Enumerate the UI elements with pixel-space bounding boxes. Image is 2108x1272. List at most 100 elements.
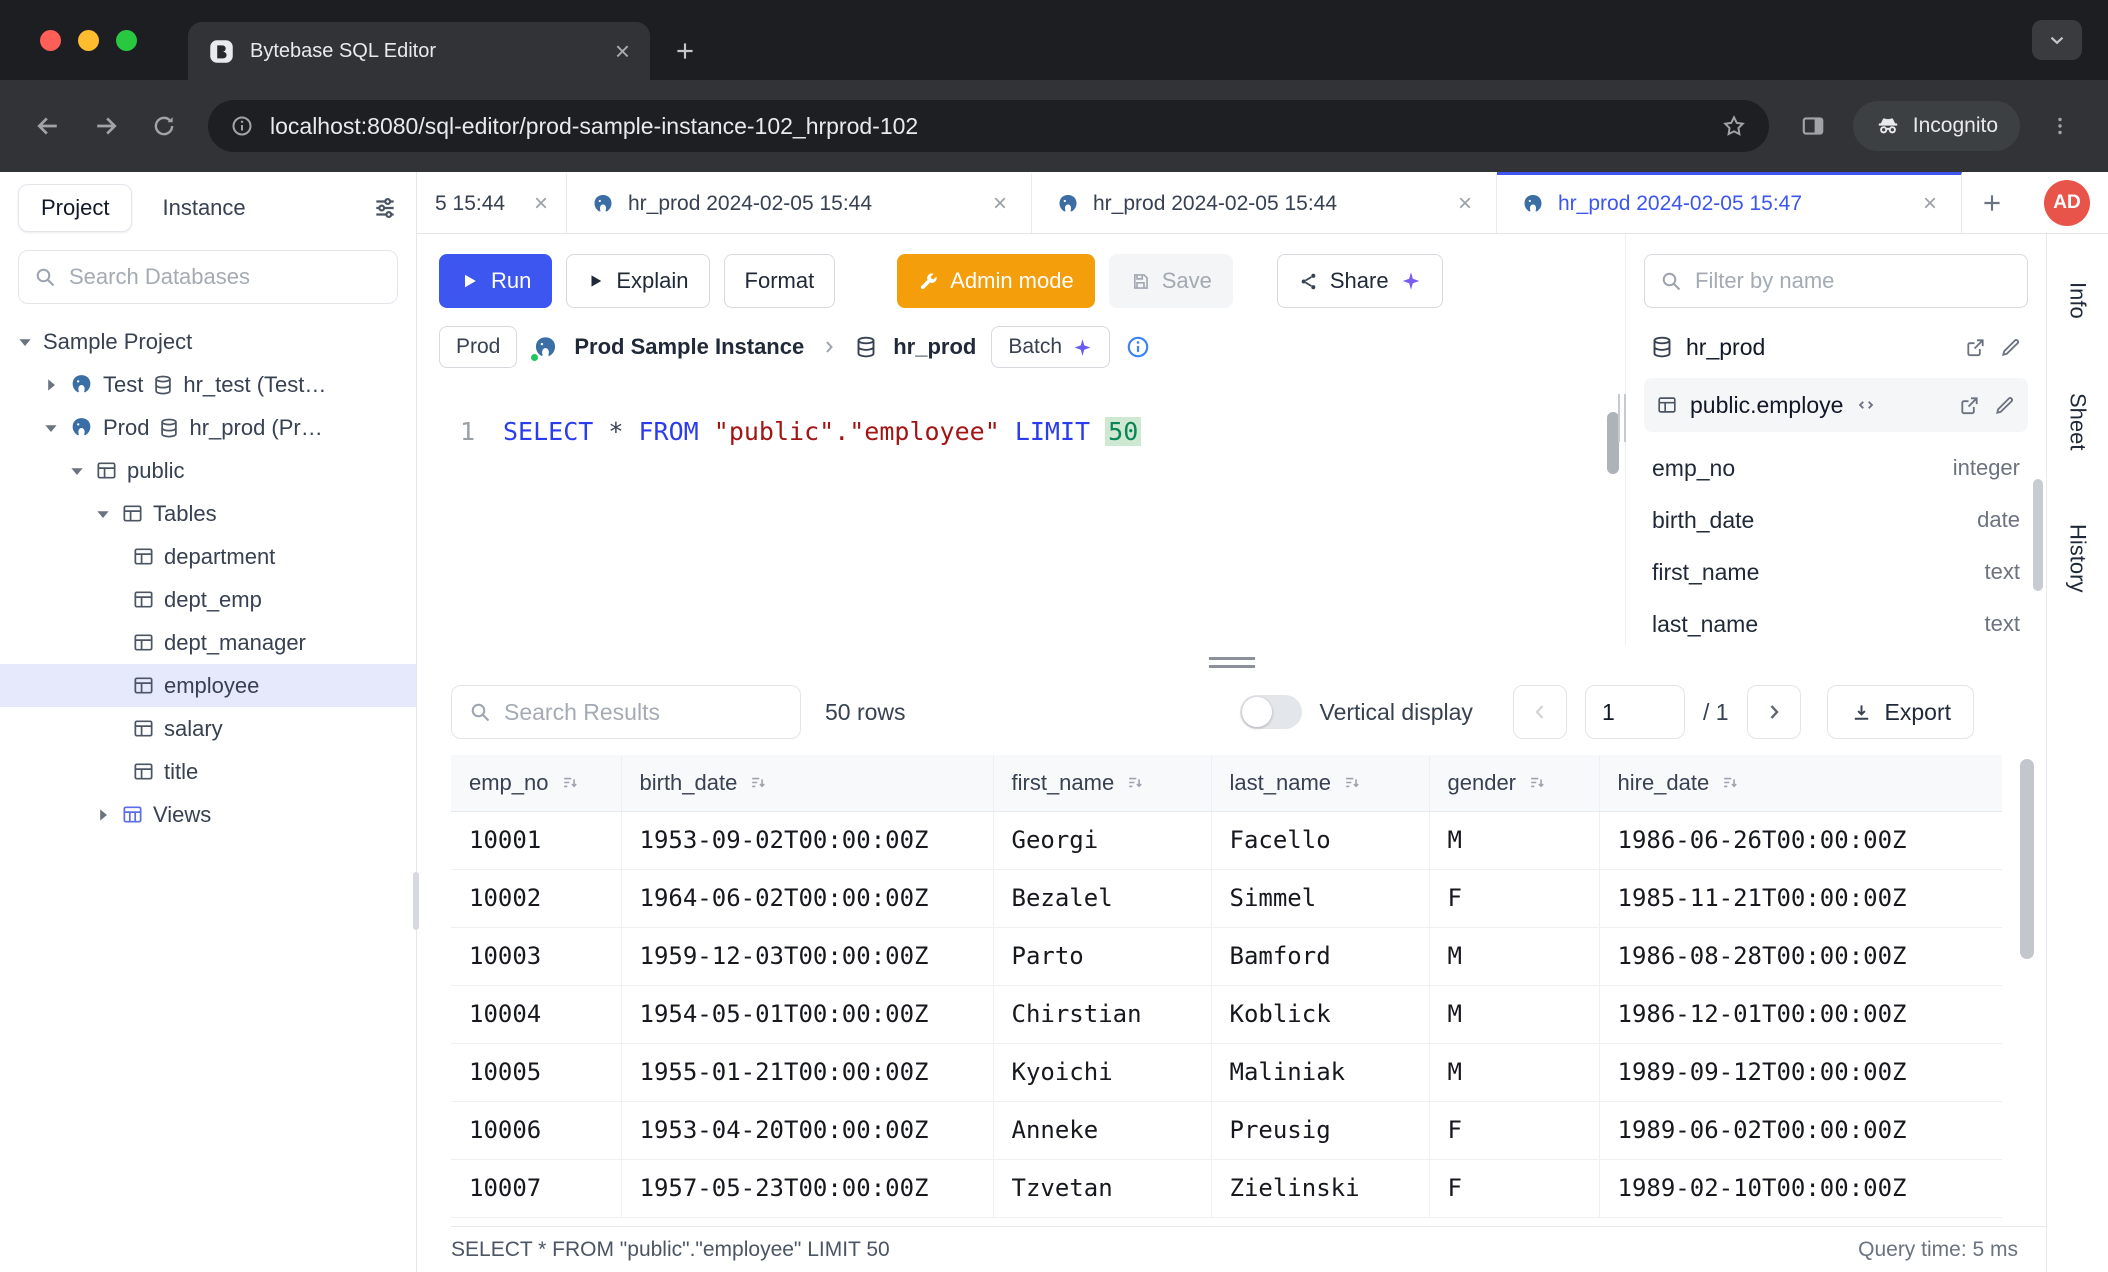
table-cell[interactable]: Koblick [1211,985,1429,1043]
table-row[interactable]: 100041954-05-01T00:00:00ZChirstianKoblic… [451,985,2002,1043]
sort-icon[interactable] [1528,773,1547,792]
window-minimize-button[interactable] [78,30,99,51]
tab-instance[interactable]: Instance [162,195,245,221]
caret-down-icon[interactable] [16,333,34,351]
caret-down-icon[interactable] [94,505,112,523]
table-cell[interactable]: Tzvetan [993,1159,1211,1217]
schema-filter[interactable] [1644,254,2028,308]
table-cell[interactable]: 10006 [451,1101,621,1159]
sort-icon[interactable] [561,773,580,792]
edit-icon[interactable] [1999,336,2022,359]
editor-tab-2[interactable]: hr_prod 2024-02-05 15:44 × [567,172,1032,233]
table-cell[interactable]: 1986-06-26T00:00:00Z [1599,811,2002,869]
table-cell[interactable]: Preusig [1211,1101,1429,1159]
editor-tab-1[interactable]: 5 15:44 × [417,172,567,233]
table-cell[interactable]: 10007 [451,1159,621,1217]
table-cell[interactable]: 1986-08-28T00:00:00Z [1599,927,2002,985]
close-icon[interactable]: × [1458,190,1472,218]
prev-page-button[interactable] [1513,685,1567,739]
editor-tab-4-active[interactable]: hr_prod 2024-02-05 15:47 × [1497,172,1962,233]
column-header-last_name[interactable]: last_name [1211,755,1429,811]
code-icon[interactable] [1855,394,1877,416]
table-cell[interactable]: 10004 [451,985,621,1043]
bookmark-star-icon[interactable] [1721,113,1747,139]
table-cell[interactable]: Maliniak [1211,1043,1429,1101]
save-button[interactable]: Save [1109,254,1233,308]
sort-icon[interactable] [1721,773,1740,792]
browser-menu-button[interactable] [2034,100,2086,152]
tab-info[interactable]: Info [2065,282,2091,319]
table-cell[interactable]: F [1429,1101,1599,1159]
close-icon[interactable]: × [1923,190,1937,218]
tree-item-test-instance[interactable]: Test hr_test (Test… [0,363,416,406]
table-row[interactable]: 100071957-05-23T00:00:00ZTzvetanZielinsk… [451,1159,2002,1217]
explain-button[interactable]: Explain [566,254,709,308]
caret-right-icon[interactable] [42,376,60,394]
back-button[interactable] [22,100,74,152]
table-cell[interactable]: 1989-02-10T00:00:00Z [1599,1159,2002,1217]
column-row[interactable]: birth_date date [1652,494,2020,546]
tree-item-table-employee[interactable]: employee [0,664,416,707]
table-cell[interactable]: 1957-05-23T00:00:00Z [621,1159,993,1217]
tab-search-button[interactable] [2032,20,2082,60]
tree-item-schema-public[interactable]: public [0,449,416,492]
table-row[interactable]: 100051955-01-21T00:00:00ZKyoichiMaliniak… [451,1043,2002,1101]
browser-tab[interactable]: Bytebase SQL Editor × [188,22,650,80]
table-cell[interactable]: Bezalel [993,869,1211,927]
table-cell[interactable]: 1953-09-02T00:00:00Z [621,811,993,869]
panel-resize-handle[interactable] [1618,394,1626,442]
instance-name[interactable]: Prod Sample Instance [574,334,804,360]
page-number-input[interactable] [1585,685,1685,739]
table-cell[interactable]: M [1429,1043,1599,1101]
close-icon[interactable]: × [534,190,548,218]
avatar[interactable]: AD [2044,180,2090,226]
table-cell[interactable]: 10001 [451,811,621,869]
tree-item-views-group[interactable]: Views [0,793,416,836]
sort-icon[interactable] [749,773,768,792]
table-cell[interactable]: 1955-01-21T00:00:00Z [621,1043,993,1101]
table-row[interactable]: 100021964-06-02T00:00:00ZBezalelSimmelF1… [451,869,2002,927]
external-link-icon[interactable] [1958,394,1981,417]
tree-item-tables-group[interactable]: Tables [0,492,416,535]
window-maximize-button[interactable] [116,30,137,51]
sort-icon[interactable] [1126,773,1145,792]
export-button[interactable]: Export [1827,685,1974,739]
add-editor-tab-button[interactable] [1962,172,2022,233]
url-bar[interactable]: localhost:8080/sql-editor/prod-sample-in… [208,100,1769,152]
window-close-button[interactable] [40,30,61,51]
table-cell[interactable]: Zielinski [1211,1159,1429,1217]
table-cell[interactable]: 1986-12-01T00:00:00Z [1599,985,2002,1043]
table-cell[interactable]: M [1429,985,1599,1043]
schema-database-row[interactable]: hr_prod [1644,324,2028,370]
column-header-birth_date[interactable]: birth_date [621,755,993,811]
reload-button[interactable] [138,100,190,152]
environment-chip[interactable]: Prod [439,326,517,368]
column-row[interactable]: first_name text [1652,546,2020,598]
results-scrollbar[interactable] [2020,759,2034,959]
column-header-emp_no[interactable]: emp_no [451,755,621,811]
table-cell[interactable]: 10003 [451,927,621,985]
horizontal-splitter[interactable] [417,645,2046,679]
close-icon[interactable]: × [993,190,1007,218]
schema-table-row[interactable]: public.employe [1644,378,2028,432]
database-search-input[interactable] [69,264,383,290]
table-cell[interactable]: Georgi [993,811,1211,869]
database-name[interactable]: hr_prod [893,334,976,360]
filter-settings-icon[interactable] [372,195,398,221]
table-cell[interactable]: Facello [1211,811,1429,869]
admin-mode-button[interactable]: Admin mode [897,254,1095,308]
tree-item-table-dept-emp[interactable]: dept_emp [0,578,416,621]
next-page-button[interactable] [1747,685,1801,739]
table-cell[interactable]: 1989-06-02T00:00:00Z [1599,1101,2002,1159]
tree-item-table-dept-manager[interactable]: dept_manager [0,621,416,664]
table-row[interactable]: 100061953-04-20T00:00:00ZAnnekePreusigF1… [451,1101,2002,1159]
tab-sheet[interactable]: Sheet [2065,393,2091,451]
database-search[interactable] [18,250,398,304]
table-cell[interactable]: Kyoichi [993,1043,1211,1101]
table-cell[interactable]: 10005 [451,1043,621,1101]
batch-chip[interactable]: Batch [991,326,1110,368]
table-row[interactable]: 100031959-12-03T00:00:00ZPartoBamfordM19… [451,927,2002,985]
table-row[interactable]: 100011953-09-02T00:00:00ZGeorgiFacelloM1… [451,811,2002,869]
table-cell[interactable]: 10002 [451,869,621,927]
sort-icon[interactable] [1343,773,1362,792]
